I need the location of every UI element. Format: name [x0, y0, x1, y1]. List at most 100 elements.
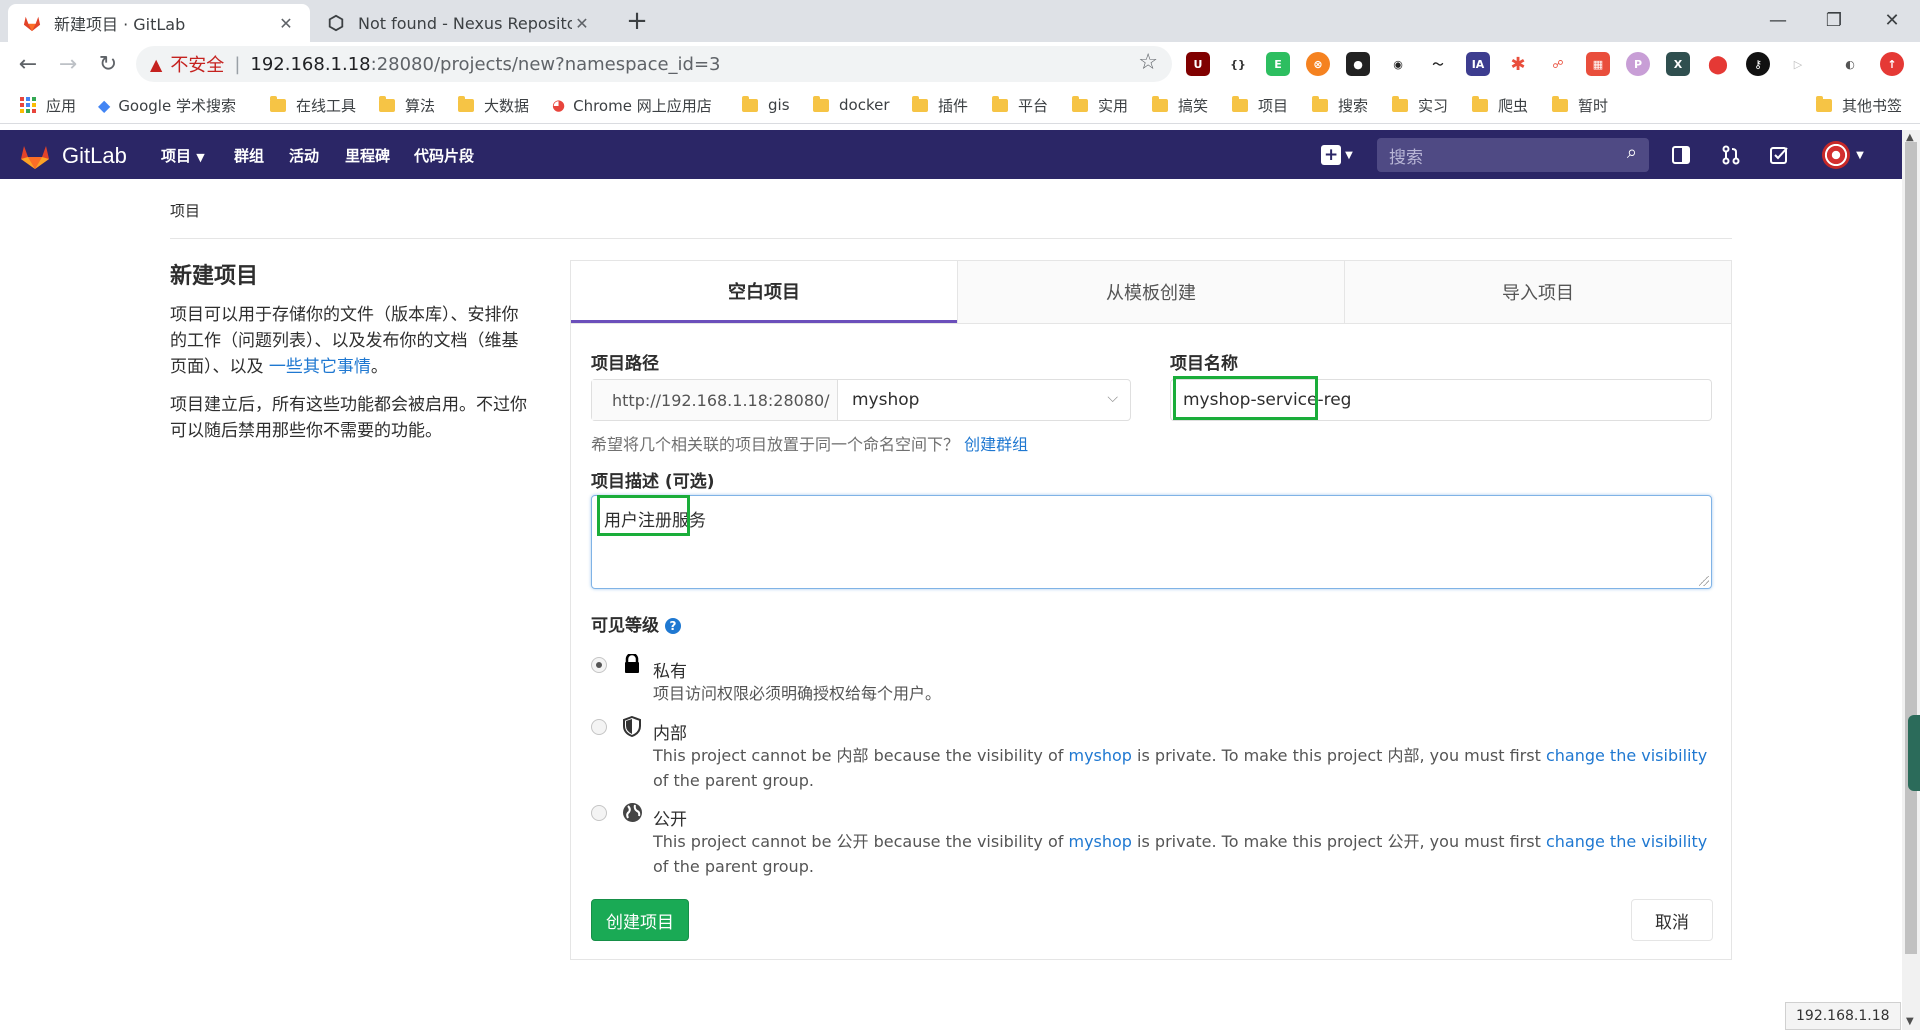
nav-groups[interactable]: 群组 — [234, 145, 264, 166]
bookmark-folder[interactable]: 暂时 — [1552, 94, 1608, 116]
browser-tab-gitlab[interactable]: 新建项目 · GitLab ✕ — [8, 4, 310, 42]
tab-from-template[interactable]: 从模板创建 — [957, 261, 1344, 323]
nav-activity[interactable]: 活动 — [289, 145, 319, 166]
internal-radio[interactable] — [591, 719, 607, 735]
bookmark-google-scholar[interactable]: ◆ Google 学术搜索 — [98, 94, 236, 116]
json-extension-icon[interactable]: {} — [1226, 52, 1250, 76]
bookmark-folder[interactable]: 爬虫 — [1472, 94, 1528, 116]
create-project-button[interactable]: 创建项目 — [591, 899, 689, 941]
parent-group-link[interactable]: myshop — [1068, 832, 1131, 851]
visibility-label: 可见等级? — [591, 611, 681, 636]
public-title: 公开 — [653, 810, 687, 830]
change-visibility-link[interactable]: change the visibility — [1546, 746, 1707, 765]
evernote-extension-icon[interactable]: E — [1266, 52, 1290, 76]
close-window-icon[interactable]: ✕ — [1862, 0, 1920, 40]
help-icon[interactable]: ? — [665, 618, 681, 634]
bookmark-folder[interactable]: 平台 — [992, 94, 1048, 116]
search-input[interactable]: 搜索 ⌕ — [1377, 138, 1649, 172]
chrome-store-icon: ◕ — [552, 96, 566, 114]
intro-paragraph-2: 项目建立后，所有这些功能都会被启用。不过你可以随后禁用那些你不需要的功能。 — [170, 395, 527, 441]
extension-red-icon[interactable]: ▦ — [1586, 52, 1610, 76]
folder-icon — [379, 95, 395, 112]
bookmark-folder[interactable]: docker — [813, 94, 890, 116]
folder-icon — [1312, 95, 1328, 112]
nav-milestones[interactable]: 里程碑 — [345, 145, 390, 166]
search-placeholder: 搜索 — [1389, 147, 1423, 168]
extension-star-icon[interactable]: ✱ — [1506, 52, 1530, 76]
extension-ia-icon[interactable]: IA — [1466, 52, 1490, 76]
bookmark-star-icon[interactable]: ☆ — [1138, 50, 1158, 75]
browser-tab-nexus[interactable]: Not found - Nexus Repository ✕ — [312, 4, 606, 42]
create-group-link[interactable]: 创建群组 — [964, 435, 1028, 454]
private-desc: 项目访问权限必须明确授权给每个用户。 — [653, 684, 942, 703]
restore-icon[interactable]: ❐ — [1804, 0, 1864, 40]
breadcrumb[interactable]: 项目 — [170, 200, 200, 221]
tab-close-icon[interactable]: ✕ — [572, 14, 592, 33]
user-menu-button[interactable]: ▼ — [1818, 141, 1868, 169]
visibility-internal-option: 内部 This project cannot be 内部 because the… — [591, 715, 1711, 795]
new-dropdown-button[interactable]: + ▼ — [1316, 142, 1358, 168]
nav-snippets[interactable]: 代码片段 — [414, 145, 474, 166]
private-radio[interactable] — [591, 657, 607, 673]
ublock-extension-icon[interactable]: U — [1186, 52, 1210, 76]
parent-group-link[interactable]: myshop — [1068, 746, 1131, 765]
description-textarea[interactable]: 用户注册服务 — [591, 495, 1712, 589]
public-radio[interactable] — [591, 805, 607, 821]
bookmark-folder[interactable]: 实用 — [1072, 94, 1128, 116]
bookmark-folder[interactable]: 搞笑 — [1152, 94, 1208, 116]
extension-badge-icon[interactable]: ● — [1346, 52, 1370, 76]
reload-icon[interactable]: ↻ — [92, 48, 124, 80]
change-visibility-link[interactable]: change the visibility — [1546, 832, 1707, 851]
bookmark-chrome-store[interactable]: ◕ Chrome 网上应用店 — [552, 94, 712, 116]
address-bar[interactable]: ▲ 不安全 | 192.168.1.18:28080/projects/new?… — [136, 46, 1172, 82]
update-icon[interactable]: ↑ — [1880, 52, 1904, 76]
profile-avatar-icon[interactable]: ◐ — [1838, 52, 1862, 76]
forward-icon[interactable]: → — [52, 48, 84, 80]
extension-disabled-icon[interactable]: ▷ — [1786, 52, 1810, 76]
bookmark-folder[interactable]: 项目 — [1232, 94, 1288, 116]
insecure-label: 不安全 — [170, 55, 225, 76]
folder-icon — [1232, 95, 1248, 112]
bookmark-folder[interactable]: 算法 — [379, 94, 435, 116]
minimize-icon[interactable]: — — [1748, 0, 1808, 40]
folder-icon — [813, 95, 829, 112]
resize-handle-icon[interactable] — [1699, 576, 1709, 586]
tab-blank-project[interactable]: 空白项目 — [571, 261, 957, 323]
more-things-link[interactable]: 一些其它事情 — [269, 357, 371, 377]
new-tab-button[interactable]: + — [622, 6, 652, 36]
extension-key-icon[interactable]: ⚷ — [1746, 52, 1770, 76]
bookmark-folder[interactable]: 在线工具 — [270, 94, 356, 116]
bookmark-folder[interactable]: 实习 — [1392, 94, 1448, 116]
extension-pin-icon[interactable]: ⬤ — [1706, 52, 1730, 76]
bookmark-folder[interactable]: 大数据 — [458, 94, 529, 116]
extension-purple-icon[interactable]: P — [1626, 52, 1650, 76]
extension-orange-icon[interactable]: ⊗ — [1306, 52, 1330, 76]
chevron-down-icon: ⌵ — [1107, 390, 1118, 406]
namespace-select[interactable]: myshop ⌵ — [838, 380, 1130, 420]
extension-mask-icon[interactable]: ◉ — [1386, 52, 1410, 76]
tab-close-icon[interactable]: ✕ — [276, 14, 296, 33]
bookmark-folder[interactable]: gis — [742, 94, 790, 116]
nav-projects[interactable]: 项目 ▼ — [161, 145, 205, 166]
gitlab-home-link[interactable]: GitLab — [20, 142, 127, 170]
tab-import-project[interactable]: 导入项目 — [1344, 261, 1731, 323]
chevron-down-icon: ▼ — [1345, 149, 1353, 161]
extension-graph-icon[interactable]: 〜 — [1426, 52, 1450, 76]
bookmark-folder[interactable]: 插件 — [912, 94, 968, 116]
internal-desc: This project cannot be 内部 because the vi… — [653, 746, 1708, 790]
sidebar-toggle-icon[interactable] — [1668, 142, 1694, 168]
bookmark-folder[interactable]: 搜索 — [1312, 94, 1368, 116]
cancel-button[interactable]: 取消 — [1631, 899, 1713, 941]
scroll-down-icon[interactable]: ▼ — [1906, 1016, 1914, 1027]
scroll-thumb[interactable] — [1905, 142, 1917, 954]
page-scrollbar[interactable]: ▲ ▼ — [1902, 130, 1920, 1030]
extension-share-icon[interactable]: ☍ — [1546, 52, 1570, 76]
bookmark-other[interactable]: 其他书签 — [1816, 94, 1902, 116]
scholar-icon: ◆ — [98, 95, 111, 115]
todos-icon[interactable] — [1766, 142, 1792, 168]
merge-requests-icon[interactable] — [1718, 142, 1744, 168]
bookmark-apps[interactable]: 应用 — [20, 94, 76, 116]
side-widget-tab[interactable] — [1908, 715, 1920, 791]
extension-x-icon[interactable]: X — [1666, 52, 1690, 76]
back-icon[interactable]: ← — [12, 48, 44, 80]
